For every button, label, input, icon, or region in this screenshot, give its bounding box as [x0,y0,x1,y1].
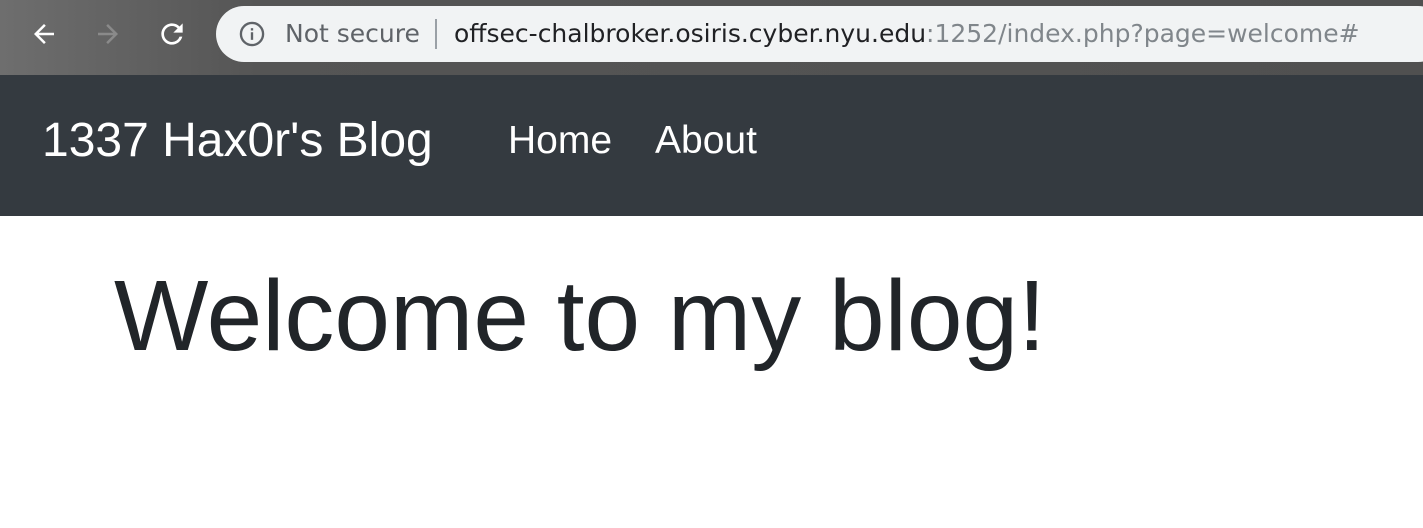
arrow-right-icon [98,24,118,44]
url-divider [435,19,437,49]
url-text[interactable]: offsec-chalbroker.osiris.cyber.nyu.edu:1… [454,6,1360,62]
forward-button[interactable] [84,10,132,58]
nav-link-home[interactable]: Home [508,75,612,207]
reload-button[interactable] [148,10,196,58]
arrow-left-icon [34,24,54,44]
site-brand[interactable]: 1337 Hax0r's Blog [42,75,433,207]
url-path: :1252/index.php?page=welcome# [926,19,1360,48]
nav-link-about[interactable]: About [655,75,757,207]
url-host: offsec-chalbroker.osiris.cyber.nyu.edu [454,19,927,48]
back-button[interactable] [20,10,68,58]
page-heading: Welcome to my blog! [114,260,1046,372]
site-navbar: 1337 Hax0r's Blog Home About [0,75,1423,216]
security-status-label[interactable]: Not secure [285,6,420,62]
reload-icon [161,23,183,45]
address-bar[interactable]: Not secure offsec-chalbroker.osiris.cybe… [216,6,1423,62]
browser-toolbar: Not secure offsec-chalbroker.osiris.cybe… [0,0,1423,75]
info-icon[interactable] [238,20,266,48]
